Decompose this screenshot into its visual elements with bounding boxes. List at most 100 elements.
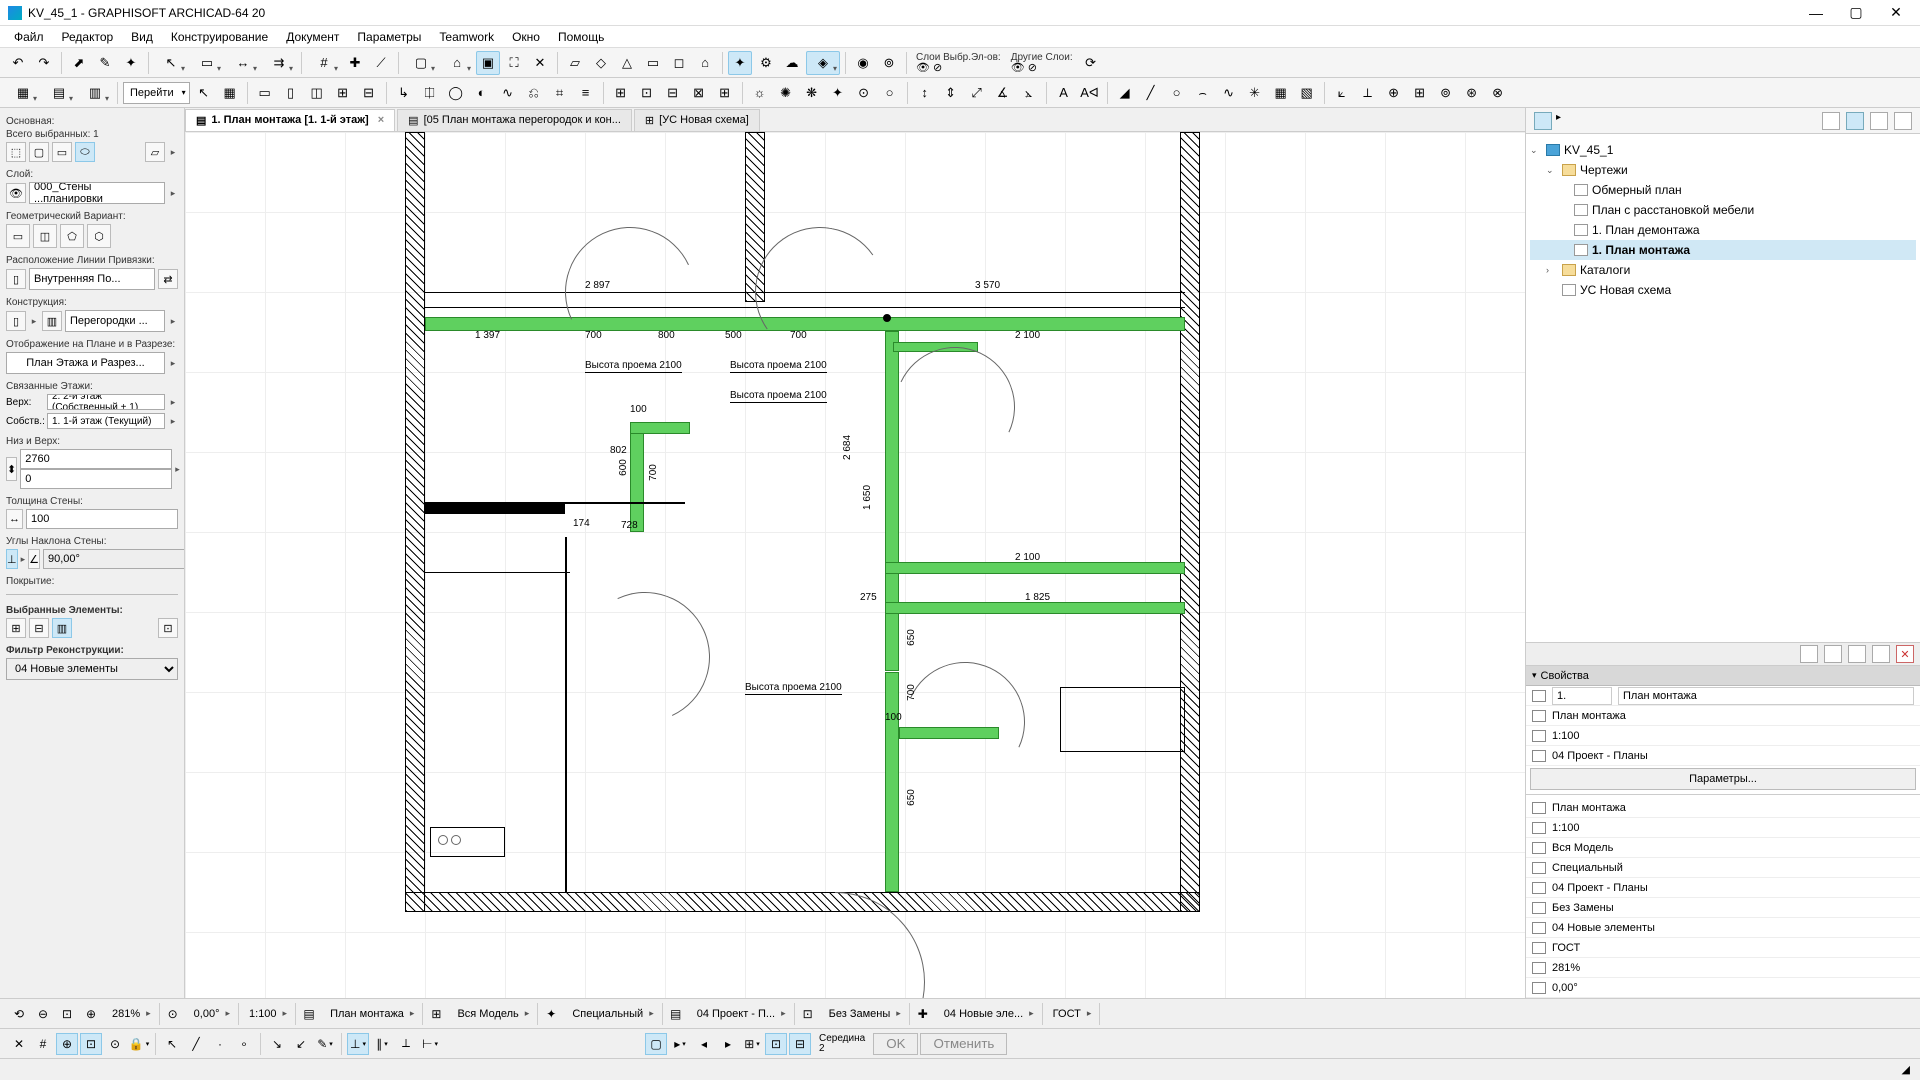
height-top-input[interactable] bbox=[20, 449, 172, 469]
shape-2[interactable]: ▯ bbox=[279, 81, 303, 105]
sel-elem-1[interactable]: ⊞ bbox=[6, 618, 26, 638]
measure-button[interactable]: ✦ bbox=[119, 51, 143, 75]
props-header[interactable]: ▾Свойства bbox=[1526, 666, 1920, 686]
constr-icon-2[interactable]: ▥ bbox=[42, 311, 62, 331]
model-value[interactable]: Вся Модель▸ bbox=[449, 1003, 538, 1025]
geom-1[interactable]: ▭ bbox=[6, 224, 30, 248]
shape-4[interactable]: ⊞ bbox=[331, 81, 355, 105]
line-tool[interactable]: ↔ bbox=[226, 51, 260, 75]
tree-item-2[interactable]: 1. План демонтажа bbox=[1530, 220, 1916, 240]
dim-2[interactable]: ⇕ bbox=[939, 81, 963, 105]
snap-5[interactable]: ⊙ bbox=[104, 1033, 126, 1055]
tree-item-3[interactable]: 1. План монтажа bbox=[1530, 240, 1916, 260]
label-tool[interactable]: Aᐊ bbox=[1078, 81, 1102, 105]
maximize-button[interactable]: ▢ bbox=[1846, 3, 1866, 23]
snap-2[interactable]: # bbox=[32, 1033, 54, 1055]
guide-2[interactable]: ╱ bbox=[185, 1033, 207, 1055]
mid-2[interactable]: ▸ bbox=[669, 1033, 691, 1055]
refresh-button[interactable]: ⟳ bbox=[1079, 51, 1103, 75]
misc-7[interactable]: ⊗ bbox=[1486, 81, 1510, 105]
sel-mode-2[interactable]: ▢ bbox=[29, 142, 49, 162]
tool2-4[interactable]: ◐ bbox=[470, 81, 494, 105]
menu-document[interactable]: Документ bbox=[278, 28, 347, 46]
display-expand[interactable]: ▸ bbox=[168, 358, 178, 369]
offset-tool[interactable]: ⇉ bbox=[262, 51, 296, 75]
height-bot-input[interactable] bbox=[20, 469, 172, 489]
menu-help[interactable]: Помощь bbox=[550, 28, 612, 46]
view-btn-3[interactable]: ▥ bbox=[78, 81, 112, 105]
misc-2[interactable]: ⟂ bbox=[1356, 81, 1380, 105]
tab-close[interactable]: × bbox=[378, 114, 384, 126]
tab-plan-montage[interactable]: ▤ 1. План монтажа [1. 1-й этаж] × bbox=[185, 109, 395, 131]
tool-e[interactable]: ◻ bbox=[667, 51, 691, 75]
cloud-tool[interactable]: ☁ bbox=[780, 51, 804, 75]
perp-3[interactable]: ⟂ bbox=[395, 1033, 417, 1055]
sel-expand[interactable]: ▸ bbox=[168, 147, 178, 158]
draw-2[interactable]: ╱ bbox=[1139, 81, 1163, 105]
arrow-btn[interactable]: ↖ bbox=[192, 81, 216, 105]
view-btn-1[interactable]: ▦ bbox=[6, 81, 40, 105]
mid-3[interactable]: ◂ bbox=[693, 1033, 715, 1055]
draw-8[interactable]: ▧ bbox=[1295, 81, 1319, 105]
dim-3[interactable]: ⤢ bbox=[965, 81, 989, 105]
geom-3[interactable]: ⬠ bbox=[60, 224, 84, 248]
draw-5[interactable]: ∿ bbox=[1217, 81, 1241, 105]
misc-3[interactable]: ⊕ bbox=[1382, 81, 1406, 105]
light-1[interactable]: ☼ bbox=[748, 81, 772, 105]
menu-view[interactable]: Вид bbox=[123, 28, 161, 46]
slab-tool[interactable]: ✕ bbox=[528, 51, 552, 75]
menu-editor[interactable]: Редактор bbox=[54, 28, 122, 46]
scale-value[interactable]: 1:100▸ bbox=[241, 1003, 296, 1025]
mid-1[interactable]: ▢ bbox=[645, 1033, 667, 1055]
tool2-3[interactable]: ◯ bbox=[444, 81, 468, 105]
sel-mode-4[interactable]: ⬭ bbox=[75, 142, 95, 162]
nav-btn-3[interactable] bbox=[1870, 112, 1888, 130]
redo-button[interactable]: ↷ bbox=[32, 51, 56, 75]
link-tool[interactable]: ⚙ bbox=[754, 51, 778, 75]
grid-5[interactable]: ⊞ bbox=[713, 81, 737, 105]
grid-tool[interactable]: # bbox=[307, 51, 341, 75]
draw-7[interactable]: ▦ bbox=[1269, 81, 1293, 105]
undo-button[interactable]: ↶ bbox=[6, 51, 30, 75]
tool2-5[interactable]: ∿ bbox=[496, 81, 520, 105]
sel-elem-3[interactable]: ▥ bbox=[52, 618, 72, 638]
drawing-canvas[interactable]: 2 897 3 570 1 397 700 800 500 700 2 100 … bbox=[185, 132, 1525, 998]
constr-field[interactable]: Перегородки ... bbox=[65, 310, 165, 332]
ok-button[interactable]: OK bbox=[873, 1033, 918, 1055]
props-btn-1[interactable] bbox=[1800, 645, 1818, 663]
light-4[interactable]: ✦ bbox=[826, 81, 850, 105]
view-btn-2[interactable]: ▤ bbox=[42, 81, 76, 105]
wall-tool[interactable]: ▢ bbox=[404, 51, 438, 75]
guide-tool[interactable]: ⟋ bbox=[369, 51, 393, 75]
minimize-button[interactable]: — bbox=[1806, 3, 1826, 23]
replace-value[interactable]: Без Замены▸ bbox=[821, 1003, 910, 1025]
tool-a[interactable]: ▱ bbox=[563, 51, 587, 75]
dim-1[interactable]: ↕ bbox=[913, 81, 937, 105]
reno-select[interactable]: 04 Новые элементы bbox=[6, 658, 178, 680]
tree-catalogs[interactable]: › Каталоги bbox=[1530, 260, 1916, 280]
height-icon[interactable]: ⬍ bbox=[6, 457, 17, 481]
draw-4[interactable]: ⌢ bbox=[1191, 81, 1215, 105]
grid-3[interactable]: ⊟ bbox=[661, 81, 685, 105]
tool2-1[interactable]: ↳ bbox=[392, 81, 416, 105]
sel-elem-4[interactable]: ⊡ bbox=[158, 618, 178, 638]
window-tool[interactable]: ▣ bbox=[476, 51, 500, 75]
mid-4[interactable]: ▸ bbox=[717, 1033, 739, 1055]
sel-mode-1[interactable]: ⬚ bbox=[6, 142, 26, 162]
grid-1[interactable]: ⊞ bbox=[609, 81, 633, 105]
tool-b[interactable]: ◇ bbox=[589, 51, 613, 75]
zoom-in[interactable]: ⊕ bbox=[80, 1003, 102, 1025]
misc-1[interactable]: ⟀ bbox=[1330, 81, 1354, 105]
camera-tool[interactable]: ⊚ bbox=[877, 51, 901, 75]
props-btn-4[interactable] bbox=[1872, 645, 1890, 663]
replace-icon[interactable]: ⊡ bbox=[797, 1003, 819, 1025]
tool2-8[interactable]: ≡ bbox=[574, 81, 598, 105]
shape-3[interactable]: ◫ bbox=[305, 81, 329, 105]
draw-6[interactable]: ✳ bbox=[1243, 81, 1267, 105]
tree-item-0[interactable]: Обмерный план bbox=[1530, 180, 1916, 200]
story-top-exp[interactable]: ▸ bbox=[168, 397, 178, 408]
sel-mode-5[interactable]: ▱ bbox=[145, 142, 165, 162]
arrow-tool[interactable]: ↖ bbox=[154, 51, 188, 75]
special-value[interactable]: Специальный▸ bbox=[564, 1003, 662, 1025]
sel-mode-3[interactable]: ▭ bbox=[52, 142, 72, 162]
